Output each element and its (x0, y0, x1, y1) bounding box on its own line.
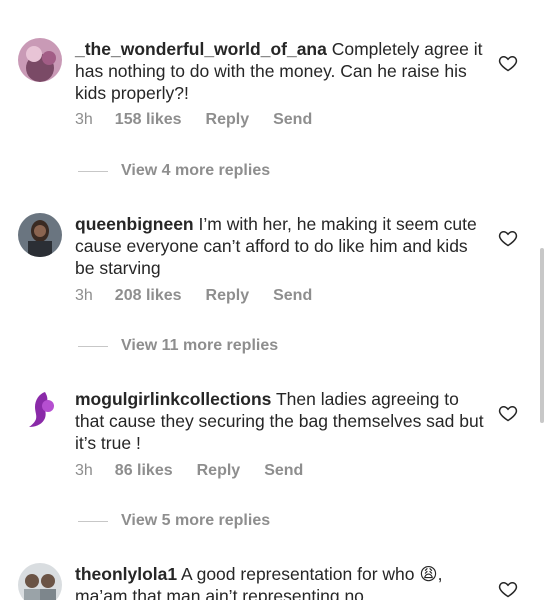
likes-count[interactable]: 86 likes (115, 462, 173, 479)
likes-count[interactable]: 208 likes (115, 287, 182, 304)
view-replies-button[interactable]: View 11 more replies (78, 337, 278, 355)
comment-meta: 3h 158 likes Reply Send (75, 111, 336, 129)
avatar[interactable] (18, 213, 62, 257)
comments-feed: _the_wonderful_world_of_ana Completely a… (0, 0, 547, 600)
comment-username[interactable]: _the_wonderful_world_of_ana (75, 39, 327, 59)
comment-time: 3h (75, 287, 93, 304)
heart-icon[interactable] (498, 579, 518, 599)
view-replies-label: View 5 more replies (121, 512, 271, 529)
send-button[interactable]: Send (264, 462, 303, 479)
heart-icon[interactable] (498, 228, 518, 248)
comment-username[interactable]: theonlylola1 (75, 564, 177, 584)
reply-button[interactable]: Reply (206, 111, 250, 128)
replies-divider-line (78, 170, 108, 172)
reply-button[interactable]: Reply (206, 287, 250, 304)
avatar[interactable] (18, 38, 62, 82)
avatar[interactable] (18, 388, 62, 432)
send-button[interactable]: Send (273, 287, 312, 304)
likes-count[interactable]: 158 likes (115, 111, 182, 128)
heart-icon[interactable] (498, 53, 518, 73)
scrollbar[interactable] (540, 248, 544, 423)
comment-body: theonlylola1 A good representation for w… (75, 563, 485, 600)
comment-time: 3h (75, 111, 93, 128)
comment-username[interactable]: queenbigneen (75, 214, 194, 234)
send-button[interactable]: Send (273, 111, 312, 128)
comment-body: _the_wonderful_world_of_ana Completely a… (75, 38, 485, 104)
heart-icon[interactable] (498, 403, 518, 423)
avatar[interactable] (18, 563, 62, 600)
comment-time: 3h (75, 462, 93, 479)
comment-username[interactable]: mogulgirlinkcollections (75, 389, 271, 409)
comment-meta: 3h 208 likes Reply Send (75, 287, 336, 305)
view-replies-button[interactable]: View 4 more replies (78, 162, 270, 180)
comment-body: mogulgirlinkcollections Then ladies agre… (75, 388, 485, 454)
replies-divider-line (78, 345, 108, 347)
reply-button[interactable]: Reply (197, 462, 241, 479)
view-replies-label: View 11 more replies (121, 337, 279, 354)
replies-divider-line (78, 520, 108, 522)
view-replies-button[interactable]: View 5 more replies (78, 512, 270, 530)
view-replies-label: View 4 more replies (121, 162, 271, 179)
comment-meta: 3h 86 likes Reply Send (75, 462, 327, 480)
comment-body: queenbigneen I’m with her, he making it … (75, 213, 485, 279)
